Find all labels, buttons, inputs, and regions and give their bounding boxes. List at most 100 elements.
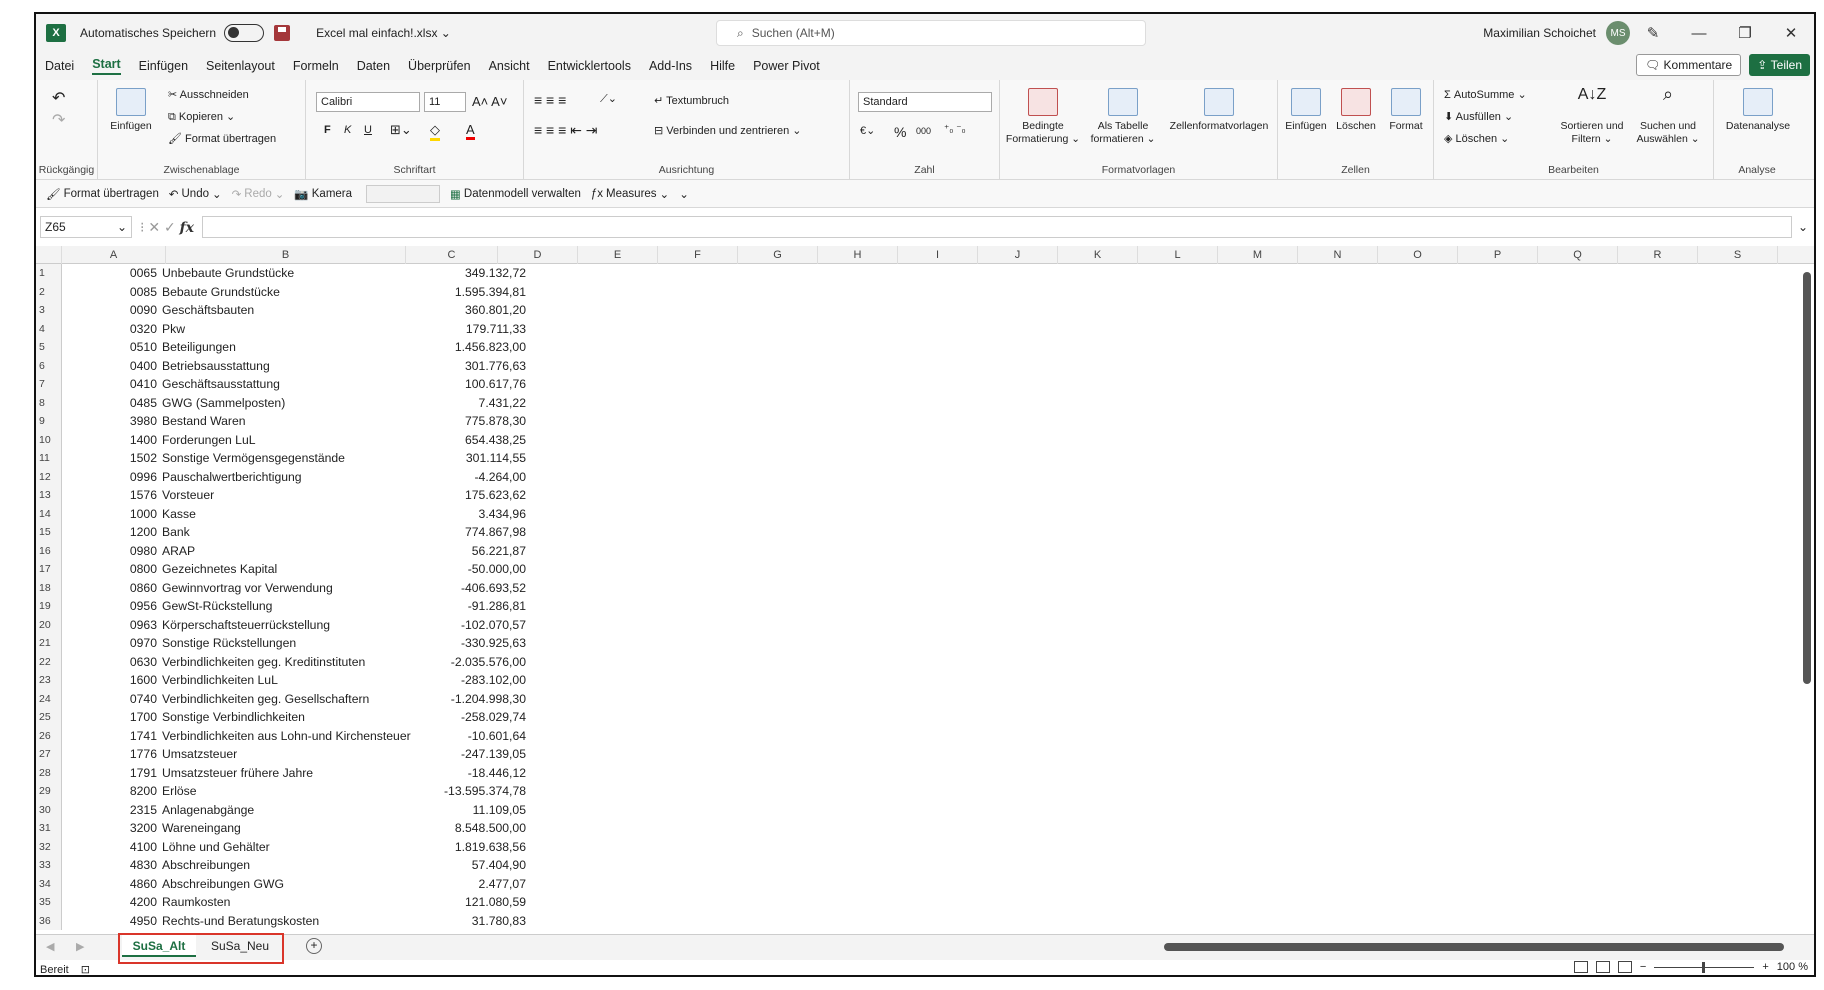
page-layout-icon[interactable]	[1595, 961, 1610, 973]
cell-account-number[interactable]: 1700	[62, 708, 158, 727]
thousand-separator-button[interactable]: 000	[916, 126, 931, 136]
row-number[interactable]: 36	[36, 911, 62, 930]
cell-account-name[interactable]: Sonstige Rückstellungen	[162, 634, 296, 653]
menu-item-formeln[interactable]: Formeln	[293, 59, 339, 73]
cell-account-name[interactable]: Körperschaftsteuerrückstellung	[162, 616, 330, 635]
cell-account-number[interactable]: 3200	[62, 819, 158, 838]
cell-account-number[interactable]: 0085	[62, 283, 158, 302]
column-header-i[interactable]: I	[898, 246, 978, 264]
cell-balance[interactable]: 31.780,83	[356, 912, 526, 931]
cell-balance[interactable]: -91.286,81	[356, 597, 526, 616]
cell-account-name[interactable]: Vorsteuer	[162, 486, 214, 505]
cell-account-name[interactable]: Sonstige Verbindlichkeiten	[162, 708, 305, 727]
qa-empty-field[interactable]	[366, 184, 441, 203]
zoom-slider[interactable]	[1654, 961, 1755, 973]
cell-account-name[interactable]: GWG (Sammelposten)	[162, 394, 285, 413]
qa-format-painter-button[interactable]: 🖌 Format übertragen	[46, 187, 159, 201]
cell-account-name[interactable]: Verbindlichkeiten LuL	[162, 671, 278, 690]
cell-account-number[interactable]: 1791	[62, 764, 158, 783]
menu-item-datei[interactable]: Datei	[45, 59, 74, 73]
cell-balance[interactable]: -330.925,63	[356, 634, 526, 653]
cell-account-number[interactable]: 1576	[62, 486, 158, 505]
cell-account-number[interactable]: 0630	[62, 653, 158, 672]
cell-account-number[interactable]: 4200	[62, 893, 158, 912]
cell-account-number[interactable]: 1600	[62, 671, 158, 690]
select-all-corner[interactable]	[36, 246, 62, 264]
currency-icon[interactable]: €⌄	[860, 124, 875, 137]
row-number[interactable]: 24	[36, 689, 62, 708]
comments-button[interactable]: 🗨 Kommentare	[1635, 54, 1742, 76]
row-number[interactable]: 32	[36, 837, 62, 856]
row-number[interactable]: 11	[36, 449, 62, 468]
avatar[interactable]: MS	[1606, 21, 1630, 45]
row-number[interactable]: 1	[36, 264, 62, 283]
cell-account-name[interactable]: Bebaute Grundstücke	[162, 283, 280, 302]
cell-account-name[interactable]: Abschreibungen	[162, 856, 250, 875]
cell-balance[interactable]: 1.819.638,56	[356, 838, 526, 857]
row-number[interactable]: 34	[36, 874, 62, 893]
cell-account-number[interactable]: 4100	[62, 838, 158, 857]
row-number[interactable]: 27	[36, 745, 62, 764]
cell-account-name[interactable]: Verbindlichkeiten geg. Kreditinstituten	[162, 653, 365, 672]
cell-account-number[interactable]: 4830	[62, 856, 158, 875]
cell-account-number[interactable]: 1200	[62, 523, 158, 542]
cell-account-name[interactable]: Gezeichnetes Kapital	[162, 560, 277, 579]
menu-item-start[interactable]: Start	[92, 57, 121, 75]
column-header-k[interactable]: K	[1058, 246, 1138, 264]
cell-account-name[interactable]: Wareneingang	[162, 819, 241, 838]
qa-redo-button[interactable]: ↷ Redo ⌄	[232, 187, 285, 201]
row-number[interactable]: 25	[36, 708, 62, 727]
column-header-s[interactable]: S	[1698, 246, 1778, 264]
tab-prev-icon[interactable]: ◀	[46, 940, 54, 953]
row-number[interactable]: 3	[36, 301, 62, 320]
qa-data-model-button[interactable]: ▦ Datenmodell verwalten	[450, 187, 581, 201]
cell-balance[interactable]: 175.623,62	[356, 486, 526, 505]
qa-undo-button[interactable]: ↶ Undo ⌄	[169, 187, 222, 201]
cell-account-number[interactable]: 0970	[62, 634, 158, 653]
cell-account-name[interactable]: Gewinnvortrag vor Verwendung	[162, 579, 333, 598]
cell-balance[interactable]: -1.204.998,30	[356, 690, 526, 709]
format-as-table-button[interactable]: Als Tabelle formatieren ⌄	[1086, 88, 1160, 146]
cell-balance[interactable]: 349.132,72	[356, 264, 526, 283]
bold-button[interactable]: F	[324, 124, 331, 136]
vertical-scrollbar[interactable]	[1802, 264, 1812, 930]
qa-measures-button[interactable]: ƒx Measures ⌄	[591, 187, 669, 201]
formula-buttons[interactable]: ⁝ ✕ ✓ fx	[140, 219, 194, 236]
redo-icon[interactable]: ↷	[52, 110, 65, 130]
cell-account-number[interactable]: 1502	[62, 449, 158, 468]
clear-button[interactable]: ◈ Löschen ⌄	[1444, 132, 1509, 145]
cell-account-name[interactable]: Erlöse	[162, 782, 197, 801]
cell-account-name[interactable]: Bank	[162, 523, 190, 542]
cell-balance[interactable]: -406.693,52	[356, 579, 526, 598]
cell-balance[interactable]: -247.139,05	[356, 745, 526, 764]
zoom-out-icon[interactable]: −	[1640, 961, 1646, 973]
cell-account-name[interactable]: GewSt-Rückstellung	[162, 597, 272, 616]
cell-account-number[interactable]: 0090	[62, 301, 158, 320]
column-header-d[interactable]: D	[498, 246, 578, 264]
save-icon[interactable]	[274, 25, 291, 41]
cell-account-number[interactable]: 1776	[62, 745, 158, 764]
border-icon[interactable]: ⊞⌄	[390, 122, 412, 138]
cell-account-number[interactable]: 0065	[62, 264, 158, 283]
cell-account-number[interactable]: 4950	[62, 912, 158, 931]
cell-account-name[interactable]: Umsatzsteuer	[162, 745, 237, 764]
qa-camera-button[interactable]: 📷 Kamera	[294, 187, 352, 201]
cell-balance[interactable]: -50.000,00	[356, 560, 526, 579]
row-number[interactable]: 35	[36, 893, 62, 912]
cell-balance[interactable]: 57.404,90	[356, 856, 526, 875]
cell-balance[interactable]: 301.114,55	[356, 449, 526, 468]
add-sheet-button[interactable]: +	[306, 938, 322, 954]
cell-account-number[interactable]: 0510	[62, 338, 158, 357]
menu-item-power-pivot[interactable]: Power Pivot	[753, 59, 820, 73]
cell-balance[interactable]: 8.548.500,00	[356, 819, 526, 838]
column-header-l[interactable]: L	[1138, 246, 1218, 264]
cell-account-name[interactable]: Geschäftsausstattung	[162, 375, 280, 394]
copy-button[interactable]: ⧉ Kopieren ⌄	[168, 110, 235, 124]
delete-cells-button[interactable]: Löschen	[1332, 88, 1380, 133]
cell-balance[interactable]: -102.070,57	[356, 616, 526, 635]
cell-account-name[interactable]: Pkw	[162, 320, 185, 339]
cell-account-name[interactable]: Sonstige Vermögensgegenstände	[162, 449, 345, 468]
file-name[interactable]: Excel mal einfach!.xlsx ⌄	[316, 26, 451, 40]
number-format-select[interactable]: Standard	[858, 92, 992, 112]
cell-account-number[interactable]: 1741	[62, 727, 158, 746]
